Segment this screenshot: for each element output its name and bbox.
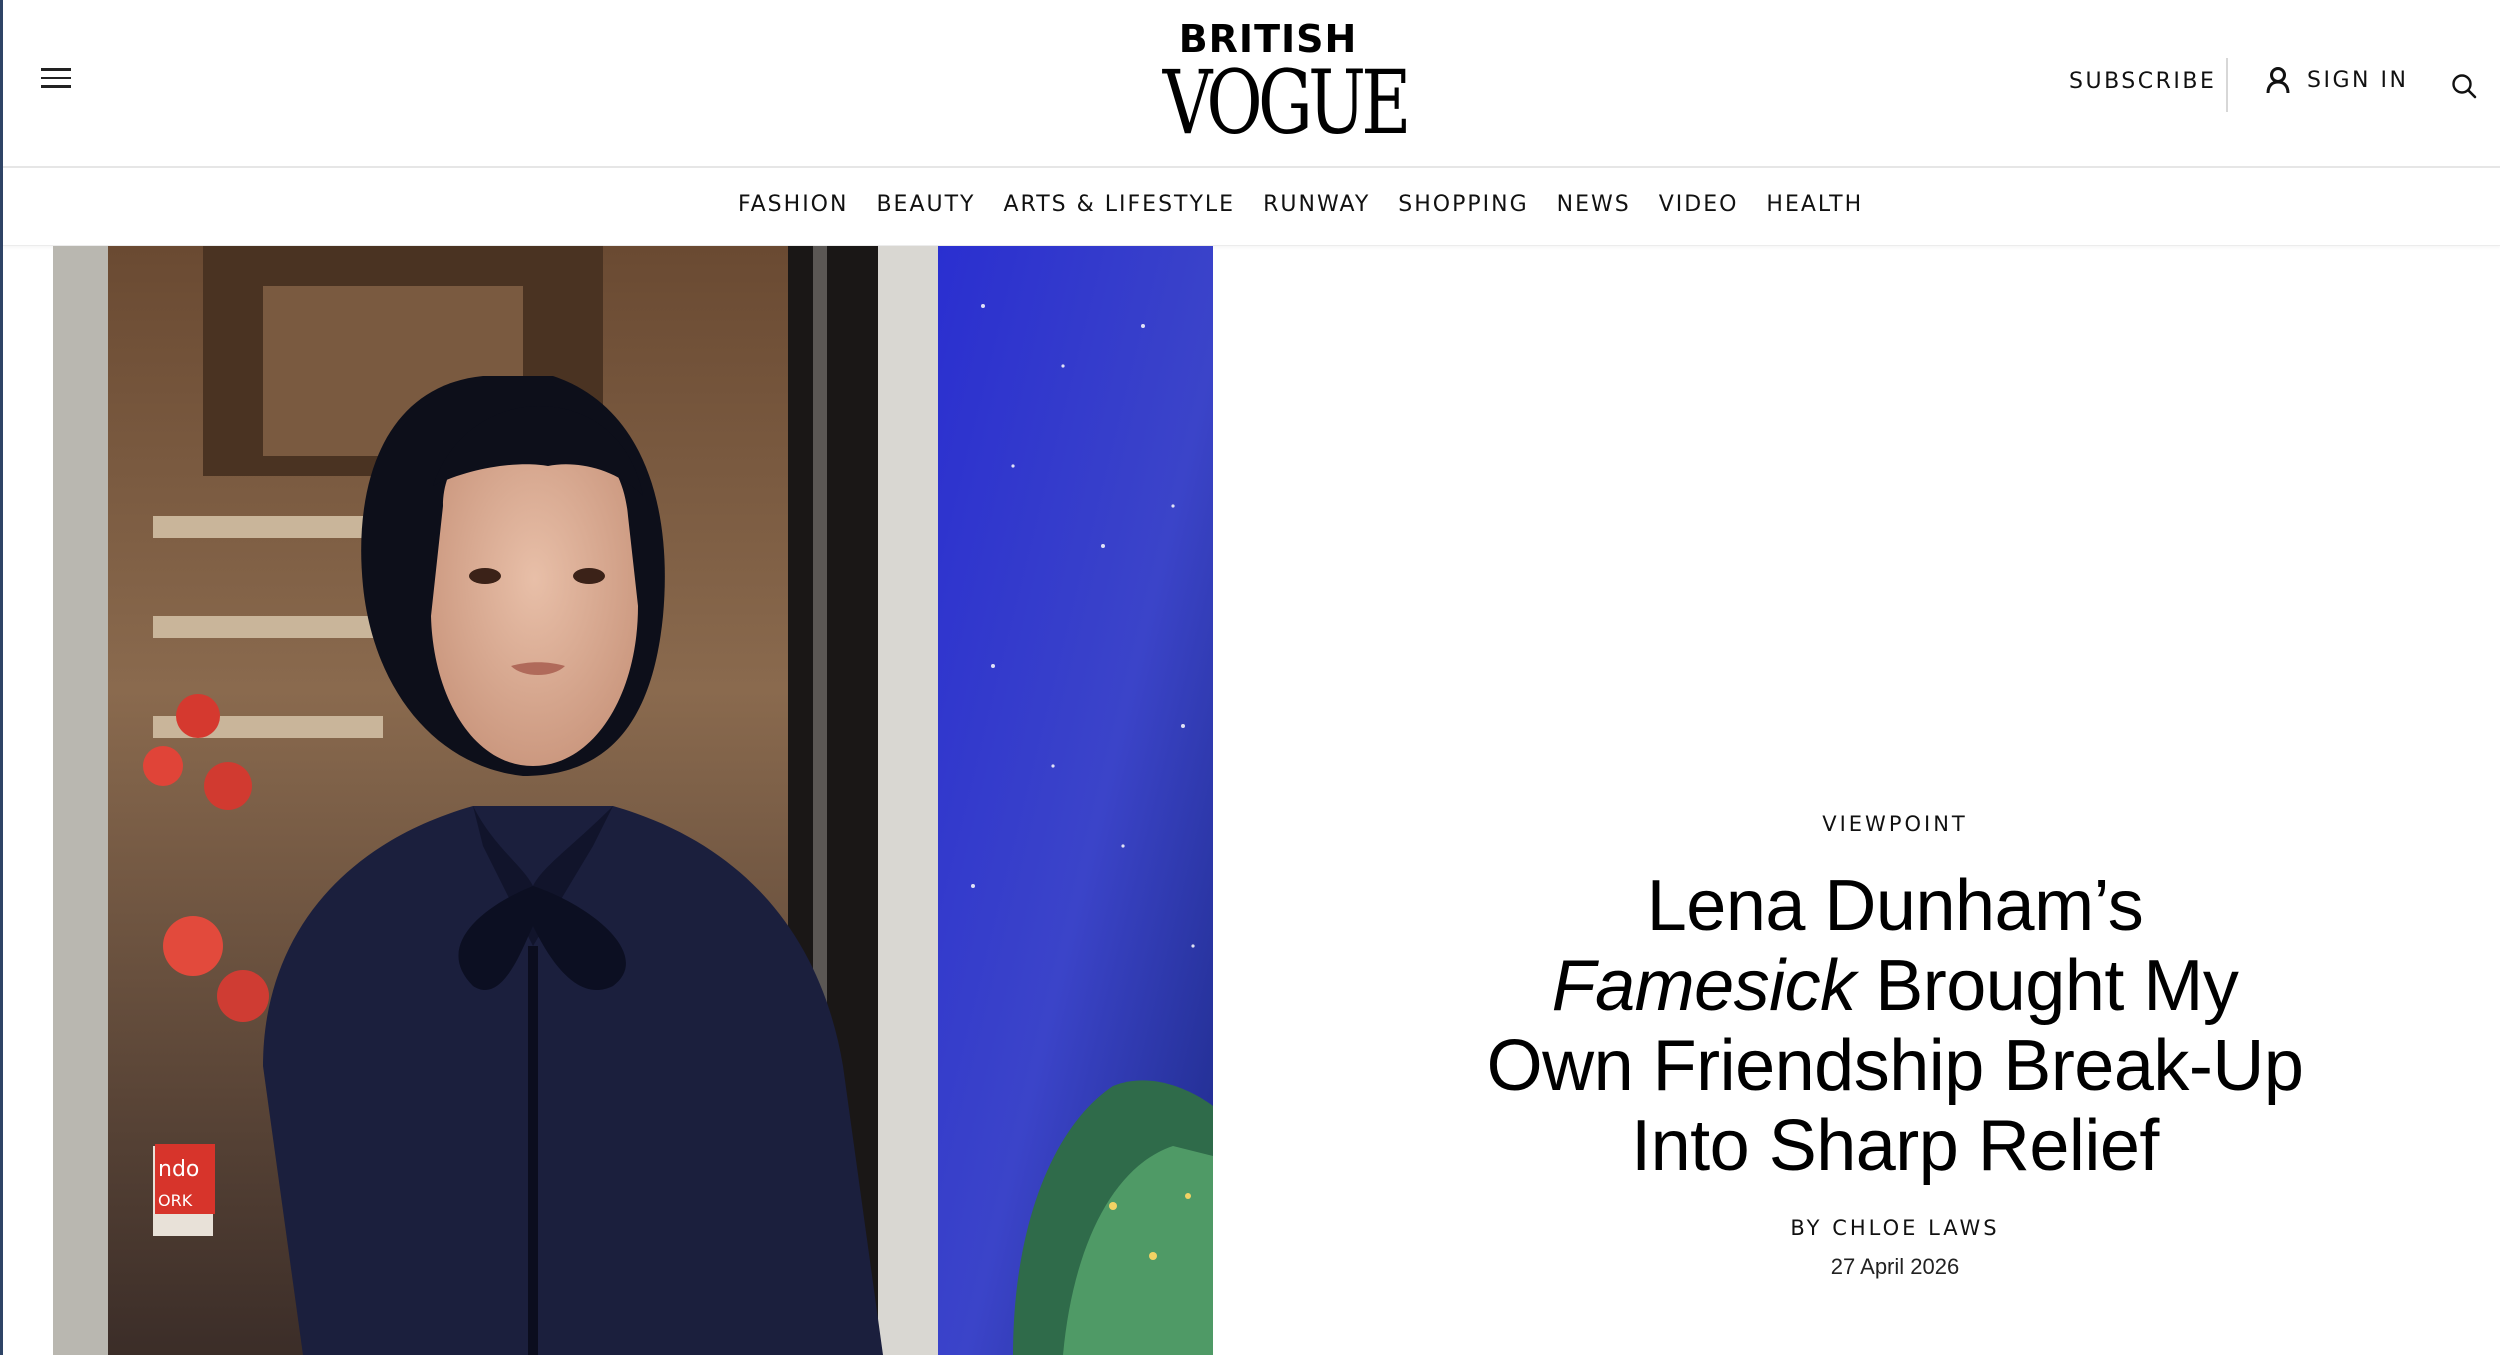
site-header: BRITISH VOGUE SUBSCRIBE SIGN IN	[3, 0, 2500, 168]
sign-text-top: ndo	[158, 1157, 199, 1182]
hamburger-menu-icon[interactable]	[41, 68, 71, 92]
sign-text-bottom: ORK	[158, 1191, 193, 1210]
publish-date: 27 April 2026	[1830, 1254, 1960, 1279]
article-header: VIEWPOINT Lena Dunham’s Famesick Brought…	[1390, 812, 2400, 1280]
primary-nav: FASHION BEAUTY ARTS & LIFESTYLE RUNWAY S…	[3, 170, 2500, 246]
headline-italic-title: Famesick	[1551, 946, 1857, 1026]
british-vogue-logo[interactable]: BRITISH VOGUE	[1133, 18, 1412, 154]
headline-part-1: Lena Dunham’s	[1646, 866, 2144, 946]
nav-item-fashion[interactable]: FASHION	[738, 192, 848, 217]
primary-nav-list: FASHION BEAUTY ARTS & LIFESTYLE RUNWAY S…	[738, 192, 1863, 217]
nav-item-arts-lifestyle[interactable]: ARTS & LIFESTYLE	[1004, 192, 1236, 217]
article-headline: Lena Dunham’s Famesick Brought My Own Fr…	[1485, 866, 2305, 1186]
sign-in-button[interactable]: SIGN IN	[2265, 66, 2408, 94]
header-divider	[2226, 58, 2228, 112]
nav-item-shopping[interactable]: SHOPPING	[1398, 192, 1528, 217]
subscribe-link[interactable]: SUBSCRIBE	[2069, 69, 2216, 94]
logo-vogue-wordmark: VOGUE	[1162, 51, 1412, 154]
user-icon	[2266, 67, 2290, 94]
byline-prefix: BY	[1790, 1216, 1823, 1240]
article-rubric[interactable]: VIEWPOINT	[1390, 812, 2400, 836]
hero-photo[interactable]: ndo ORK	[53, 246, 1213, 1355]
nav-item-runway[interactable]: RUNWAY	[1263, 192, 1370, 217]
article-byline: BY CHLOE LAWS	[1390, 1216, 2400, 1240]
hero-photo-illustration: ndo ORK	[53, 246, 1213, 1355]
nav-item-health[interactable]: HEALTH	[1766, 192, 1863, 217]
nav-item-news[interactable]: NEWS	[1557, 192, 1631, 217]
author-link[interactable]: CHLOE LAWS	[1832, 1216, 1999, 1240]
nav-item-beauty[interactable]: BEAUTY	[876, 192, 975, 217]
sign-in-label: SIGN IN	[2307, 67, 2409, 93]
nav-item-video[interactable]: VIDEO	[1659, 192, 1739, 217]
search-icon[interactable]	[2450, 72, 2478, 100]
